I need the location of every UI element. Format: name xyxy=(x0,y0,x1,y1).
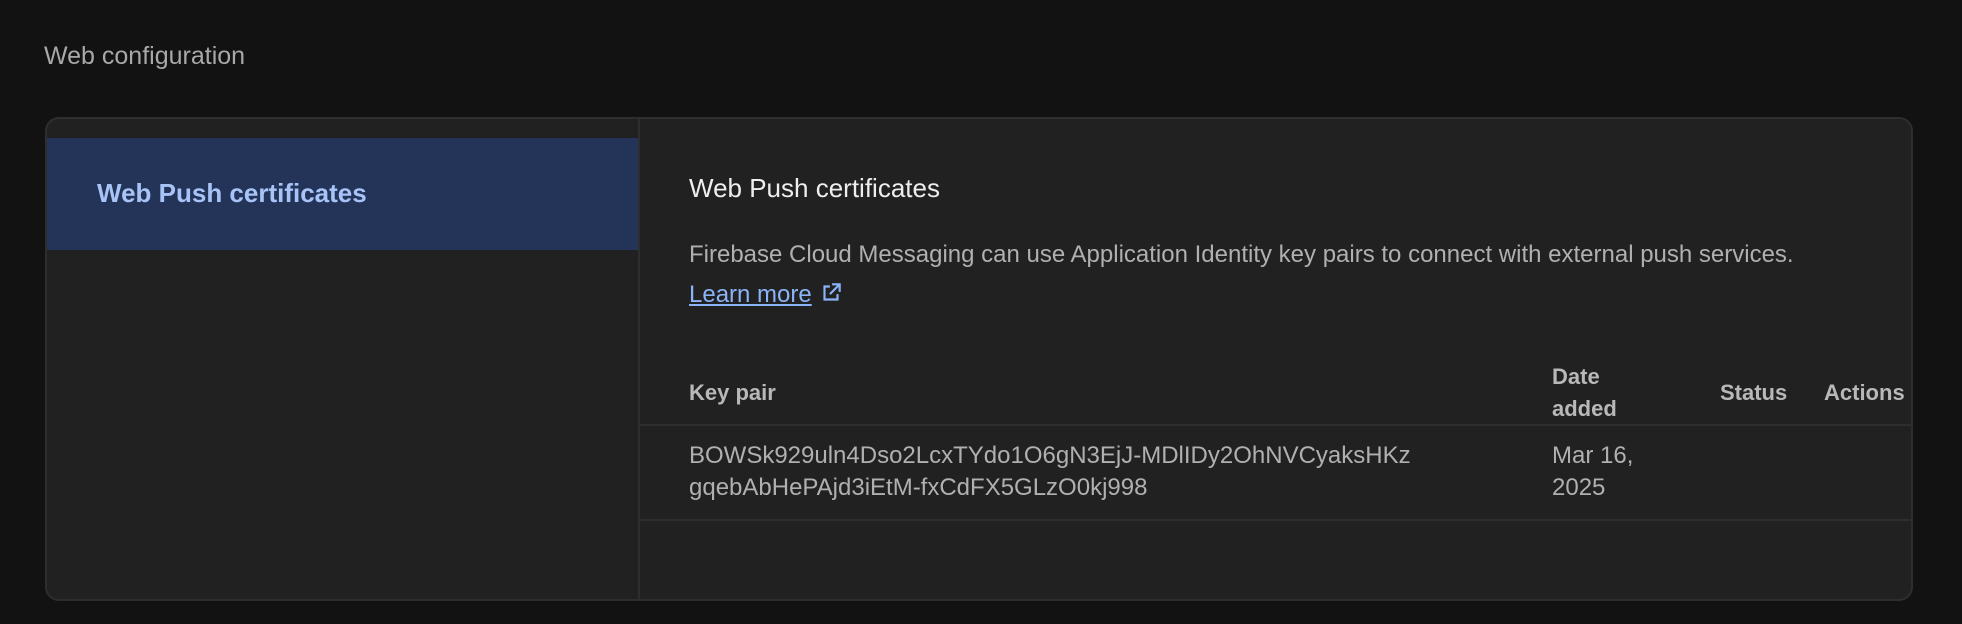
key-pair-line2: gqebAbHePAjd3iEtM-fxCdFX5GLzO0kj998 xyxy=(689,474,1148,501)
content-title: Web Push certificates xyxy=(689,173,940,203)
key-pair-cell: BOWSk929uln4Dso2LcxTYdo1O6gN3EjJ-MDlIDy2… xyxy=(689,440,1411,504)
table-header: Key pair Date added Status Actions xyxy=(640,359,1911,426)
key-pair-line1: BOWSk929uln4Dso2LcxTYdo1O6gN3EjJ-MDlIDy2… xyxy=(689,442,1411,469)
sidebar-item-web-push-certificates[interactable]: Web Push certificates xyxy=(47,138,638,250)
column-header-status: Status xyxy=(1720,380,1788,405)
column-header-key-pair: Key pair xyxy=(689,380,776,405)
description: Firebase Cloud Messaging can use Applica… xyxy=(689,235,1839,319)
column-header-date-line1: Date xyxy=(1552,364,1600,389)
sidebar: Web Push certificates xyxy=(47,119,640,599)
learn-more-link[interactable]: Learn more xyxy=(689,281,812,308)
column-header-date-line2: added xyxy=(1552,396,1617,421)
page: Web configuration Web Push certificates … xyxy=(0,0,1962,624)
open-in-new-icon[interactable] xyxy=(818,279,844,319)
date-line2: 2025 xyxy=(1552,474,1606,501)
table-row: BOWSk929uln4Dso2LcxTYdo1O6gN3EjJ-MDlIDy2… xyxy=(640,426,1911,521)
date-added-cell: Mar 16, 2025 xyxy=(1552,440,1633,504)
date-line1: Mar 16, xyxy=(1552,442,1634,469)
section-title: Web configuration xyxy=(44,42,246,70)
description-text: Firebase Cloud Messaging can use Applica… xyxy=(689,241,1794,268)
column-header-actions: Actions xyxy=(1824,380,1905,405)
sidebar-item-label: Web Push certificates xyxy=(97,178,367,208)
column-header-date-added: Date added xyxy=(1552,361,1617,425)
web-config-card: Web Push certificates Web Push certifica… xyxy=(45,117,1913,601)
content-panel: Web Push certificates Firebase Cloud Mes… xyxy=(640,119,1911,599)
